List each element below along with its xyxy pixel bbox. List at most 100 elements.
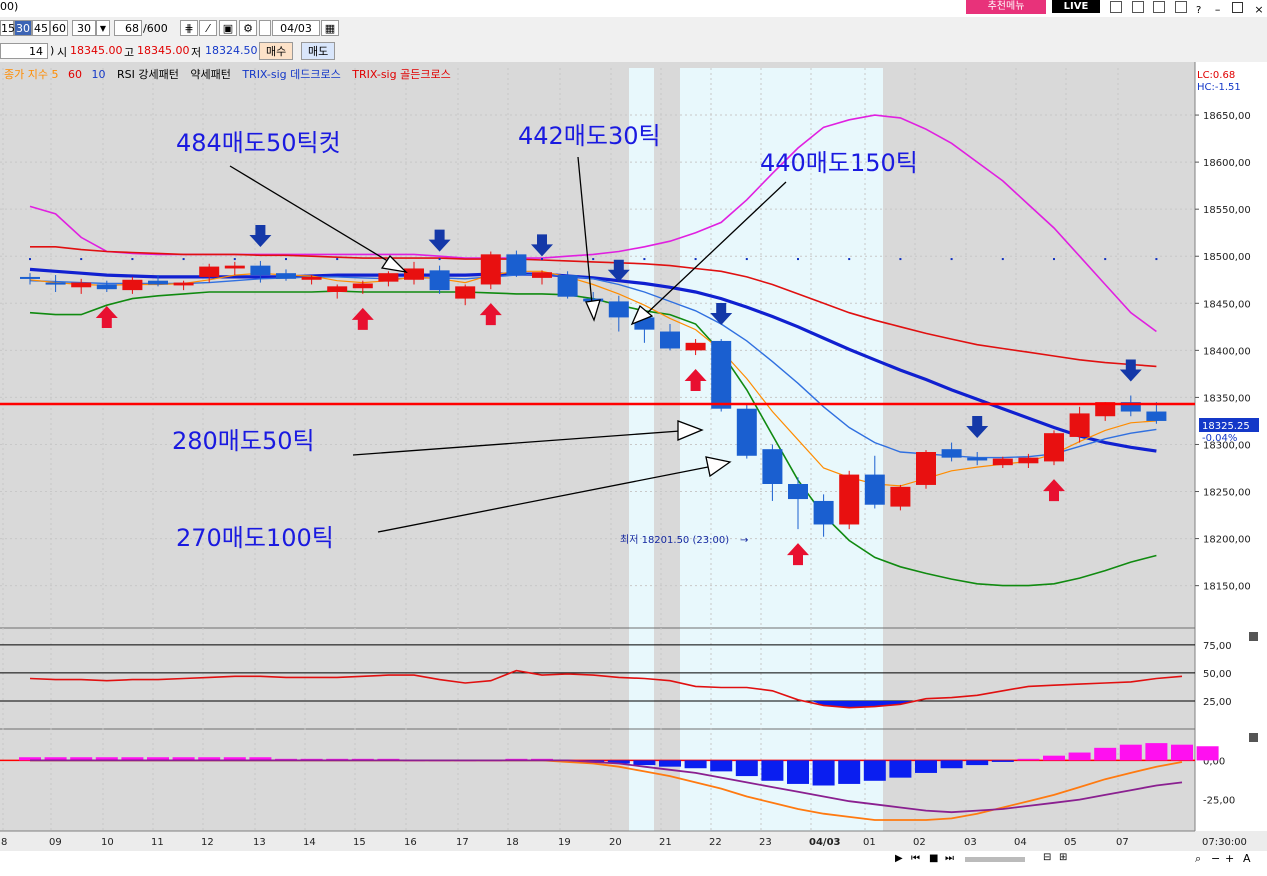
macd-histogram-bar — [940, 760, 963, 769]
level-dot — [438, 258, 441, 261]
y-tick-label: 18650,00 — [1203, 111, 1251, 122]
stop-icon[interactable]: ■ — [929, 853, 938, 864]
macd-histogram-bar — [1094, 747, 1117, 761]
zoom-in-icon[interactable]: ⊞ — [1059, 852, 1067, 863]
period-input[interactable]: 14 — [0, 43, 48, 59]
candle-body — [762, 449, 783, 484]
level-dot — [233, 258, 236, 261]
candle-body — [20, 276, 40, 279]
macd-pane-close-icon[interactable] — [1249, 733, 1258, 742]
date-checkbox[interactable] — [259, 20, 271, 36]
count-input[interactable]: 68 — [114, 20, 142, 36]
annotation-484: 484매도50틱컷 — [176, 129, 341, 157]
legend-rsi-bear: 약세패턴 — [190, 67, 230, 81]
font-size-icon[interactable]: A — [1243, 852, 1251, 865]
macd-histogram-bar — [838, 760, 861, 784]
date-input[interactable]: 04/03 — [272, 20, 320, 36]
y-tick-label: 18200,00 — [1203, 535, 1251, 546]
macd-histogram-bar — [633, 760, 656, 766]
candle-body — [122, 279, 143, 291]
annotation-440: 440매도150틱 — [760, 149, 918, 177]
level-dot — [694, 258, 697, 261]
candle-body — [608, 301, 629, 318]
macd-histogram-bar — [812, 760, 835, 786]
low-value: 18324.50 — [205, 44, 258, 57]
candle-body — [660, 331, 680, 349]
low-annotation: 최저 18201.50 (23:00) — [620, 534, 729, 546]
x-tick-label: 04/03 — [809, 837, 841, 848]
interval-input[interactable]: 30 — [72, 20, 96, 36]
layout-icon[interactable] — [1110, 1, 1122, 13]
x-tick-label: 22 — [709, 837, 722, 848]
interval-45-button[interactable]: 45 — [32, 20, 50, 36]
x-tick-label: 04 — [1014, 837, 1027, 848]
macd-histogram-bar — [1068, 752, 1091, 761]
link-icon[interactable] — [1153, 1, 1165, 13]
interval-dropdown-icon[interactable]: ▼ — [96, 20, 110, 36]
candle-body — [839, 474, 860, 525]
rsi-pane-close-icon[interactable] — [1249, 632, 1258, 641]
level-dot — [745, 258, 748, 261]
buy-button[interactable]: 매수 — [259, 42, 294, 60]
rewind-icon[interactable]: ⏮ — [911, 853, 920, 864]
macd-histogram-bar — [863, 760, 886, 781]
level-dot — [80, 258, 83, 261]
zoom-out-icon[interactable]: ⊟ — [1043, 852, 1051, 863]
candle-body — [736, 408, 757, 456]
x-tick-label: 03 — [964, 837, 977, 848]
scroll-track[interactable] — [965, 857, 1025, 862]
search-icon[interactable]: ⌕ — [1195, 852, 1201, 866]
legend-ma60: 60 — [68, 68, 82, 81]
macd-histogram-bar — [1043, 755, 1065, 761]
hc-label: HC:-1.51 — [1197, 82, 1241, 93]
interval-30-button[interactable]: 30 — [14, 20, 32, 36]
macd-histogram-bar — [889, 760, 912, 778]
live-badge[interactable]: LIVE — [1052, 0, 1100, 13]
macd-histogram-bar — [735, 760, 758, 777]
candle-body — [506, 254, 527, 276]
x-tick-label: 05 — [1064, 837, 1077, 848]
fast-forward-icon[interactable]: ⏭ — [945, 853, 954, 864]
level-dot — [797, 258, 799, 261]
play-icon[interactable]: ▶ — [895, 853, 903, 864]
level-dot — [131, 258, 134, 261]
close-icon[interactable]: × — [1254, 3, 1263, 16]
tile-icon[interactable] — [1131, 1, 1144, 13]
y-tick-label: 18500,00 — [1203, 252, 1251, 263]
level-dot — [541, 258, 543, 261]
macd-histogram-bar — [991, 760, 1014, 762]
settings-gear-icon[interactable]: ⚙ — [239, 20, 257, 36]
sell-button[interactable]: 매도 — [301, 42, 336, 60]
candle-body — [1044, 433, 1064, 462]
save-icon[interactable]: ▣ — [219, 20, 237, 36]
maximize-icon[interactable] — [1231, 2, 1243, 13]
minimize-icon[interactable]: – — [1215, 3, 1221, 16]
x-tick-label: 17 — [456, 837, 469, 848]
interval-60-button[interactable]: 60 — [50, 20, 68, 36]
calendar-icon[interactable]: ▦ — [321, 20, 339, 36]
candle-type-icon[interactable]: ⋕ — [180, 20, 198, 36]
top-strip: 00) 추천메뉴 LIVE ? – × — [0, 0, 1267, 17]
macd-histogram-bar — [659, 760, 681, 767]
high-value: 18345.00 — [137, 44, 190, 57]
candle-body — [1069, 413, 1090, 437]
help-icon[interactable]: ? — [1196, 5, 1201, 16]
chart-area[interactable]: 25,0050,0075,00 0,00-25,00 18150,0018200… — [0, 62, 1267, 851]
promo-menu-button[interactable]: 추천메뉴 — [966, 0, 1046, 14]
y-axis-panel — [1195, 62, 1267, 851]
candle-body — [941, 449, 962, 458]
interval-15-button[interactable]: 15 — [0, 20, 15, 36]
level-dot — [182, 258, 185, 261]
plus-icon[interactable]: + — [1225, 852, 1234, 865]
lock-icon[interactable] — [1174, 1, 1187, 13]
candle-body — [148, 280, 168, 285]
rsi-tick-label: 25,00 — [1203, 697, 1232, 708]
level-dot — [899, 258, 902, 261]
candle-body — [352, 283, 373, 289]
count-total: /600 — [143, 22, 168, 35]
line-type-icon[interactable]: ⁄ — [199, 20, 217, 36]
x-tick-label: 10 — [101, 837, 114, 848]
candle-body — [173, 282, 194, 286]
price-bar: 14 ) 시 18345.00 고 18345.00 저 18324.50 매수… — [0, 40, 1267, 63]
minus-icon[interactable]: − — [1211, 852, 1220, 865]
